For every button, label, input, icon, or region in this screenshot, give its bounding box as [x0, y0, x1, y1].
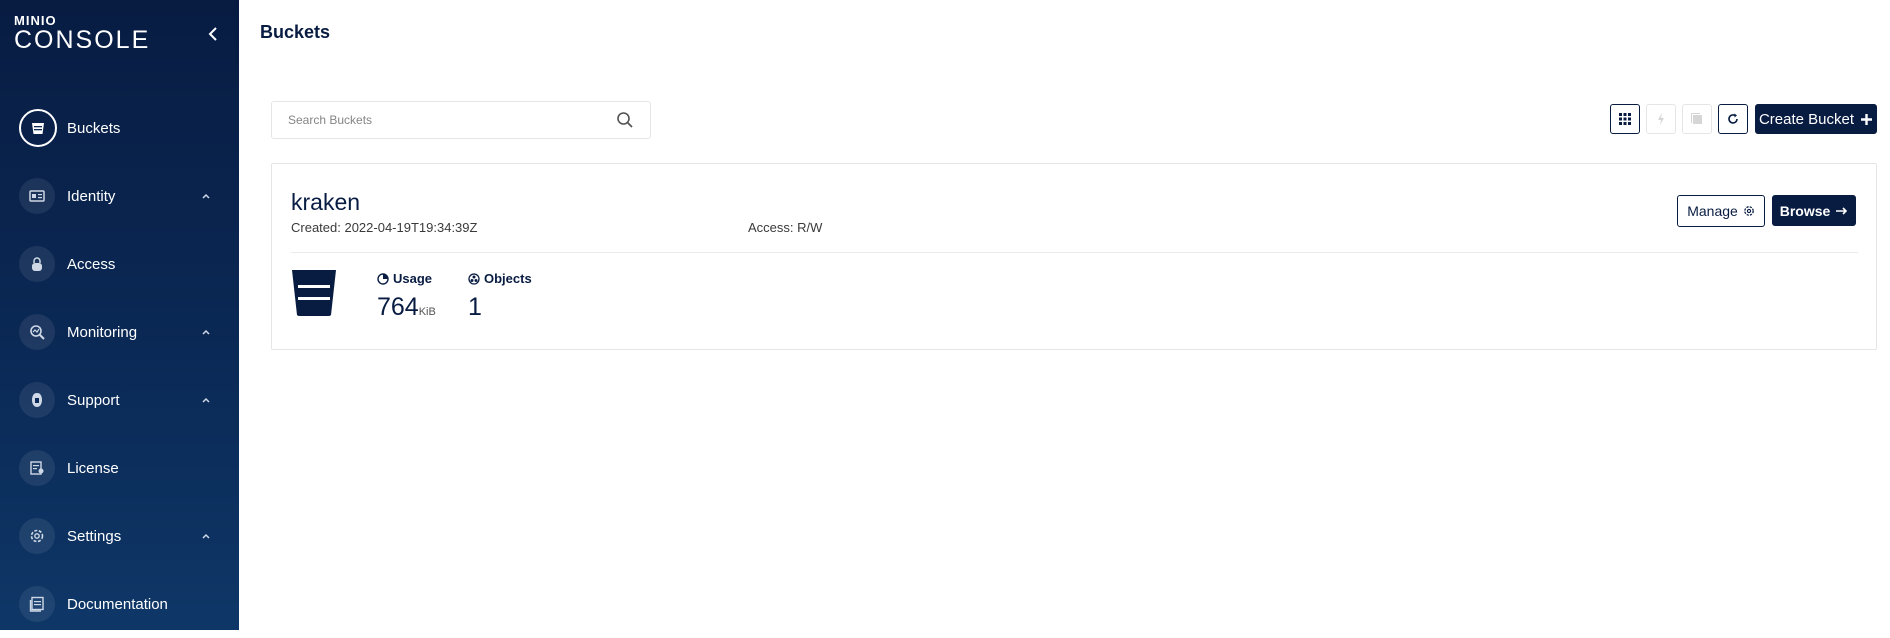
divider [291, 252, 1858, 253]
plus-icon [1861, 113, 1873, 125]
sidebar-item-label: Documentation [67, 595, 168, 613]
page-title: Buckets [260, 22, 331, 42]
lightning-icon [1658, 113, 1664, 125]
sidebar-item-settings[interactable]: Settings [0, 502, 239, 570]
usage-number: 764 [377, 293, 419, 321]
browse-label: Browse [1779, 202, 1831, 219]
sidebar-item-label: License [67, 459, 119, 477]
create-bucket-label: Create Bucket [1758, 110, 1855, 128]
browse-button[interactable]: Browse [1772, 195, 1856, 226]
minio-console-logo[interactable]: MINIO CONSOLE [14, 14, 150, 53]
search-box [271, 101, 651, 139]
lifecycle-button[interactable] [1682, 104, 1712, 134]
id-card-icon [19, 178, 55, 214]
license-icon [19, 450, 55, 486]
monitoring-icon [19, 314, 55, 350]
sidebar-menu: Buckets Identity Access Monitoring Suppo… [0, 94, 239, 638]
sidebar: MINIO CONSOLE Buckets Identity Access Mo… [0, 0, 239, 630]
usage-unit: KiB [418, 306, 436, 318]
search-input[interactable] [272, 102, 618, 138]
manage-button[interactable]: Manage [1677, 195, 1765, 227]
bucket-name[interactable]: kraken [291, 189, 360, 216]
pie-chart-icon [377, 272, 389, 285]
sidebar-item-license[interactable]: License [0, 434, 239, 502]
gear-icon [1743, 206, 1754, 216]
usage-label: Usage [377, 271, 432, 286]
support-icon [19, 382, 55, 418]
objects-label: Objects [468, 271, 532, 286]
sidebar-item-label: Support [67, 391, 120, 409]
bucket-icon [19, 109, 57, 147]
collapse-sidebar-button[interactable] [204, 24, 224, 44]
sidebar-item-label: Monitoring [67, 323, 138, 341]
sidebar-item-label: Settings [67, 527, 122, 545]
chevron-up-icon [202, 533, 210, 539]
page-header: Buckets [239, 0, 1890, 68]
documentation-icon [19, 586, 55, 622]
logo-bottom-text: CONSOLE [14, 26, 151, 54]
refresh-button[interactable] [1718, 104, 1748, 134]
sidebar-item-label: Access [67, 255, 116, 273]
objects-label-text: Objects [484, 271, 532, 286]
sidebar-item-label: Buckets [67, 119, 121, 137]
sidebar-item-identity[interactable]: Identity [0, 162, 239, 230]
sidebar-item-monitoring[interactable]: Monitoring [0, 298, 239, 366]
chevron-left-icon [208, 27, 217, 41]
grid-view-button[interactable] [1610, 104, 1640, 134]
usage-value: 764KiB [377, 293, 436, 322]
sidebar-item-label: Identity [67, 187, 116, 205]
sidebar-item-documentation[interactable]: Documentation [0, 570, 239, 638]
search-icon[interactable] [616, 111, 634, 129]
gear-icon [19, 518, 55, 554]
bucket-card[interactable]: kraken Created: 2022-04-19T19:34:39Z Acc… [271, 163, 1877, 350]
usage-label-text: Usage [393, 271, 433, 286]
replicate-button[interactable] [1646, 104, 1676, 134]
bucket-icon [292, 270, 336, 316]
bucket-access: Access: R/W [748, 220, 823, 235]
sidebar-item-support[interactable]: Support [0, 366, 239, 434]
chevron-up-icon [202, 193, 210, 199]
chevron-up-icon [202, 397, 210, 403]
arrow-right-icon [1836, 206, 1848, 215]
refresh-icon [1728, 113, 1738, 124]
main-content: Create Bucket kraken Created: 2022-04-19… [239, 68, 1890, 630]
chevron-up-icon [202, 329, 210, 335]
manage-label: Manage [1687, 203, 1738, 219]
objects-icon [468, 272, 480, 285]
sidebar-item-access[interactable]: Access [0, 230, 239, 298]
sidebar-item-buckets[interactable]: Buckets [0, 94, 239, 162]
create-bucket-button[interactable]: Create Bucket [1755, 104, 1877, 134]
lock-icon [19, 246, 55, 282]
multiple-buckets-icon [1691, 113, 1702, 124]
grid-icon [1619, 113, 1631, 125]
objects-value: 1 [468, 293, 482, 321]
bucket-created-date: Created: 2022-04-19T19:34:39Z [291, 220, 478, 235]
